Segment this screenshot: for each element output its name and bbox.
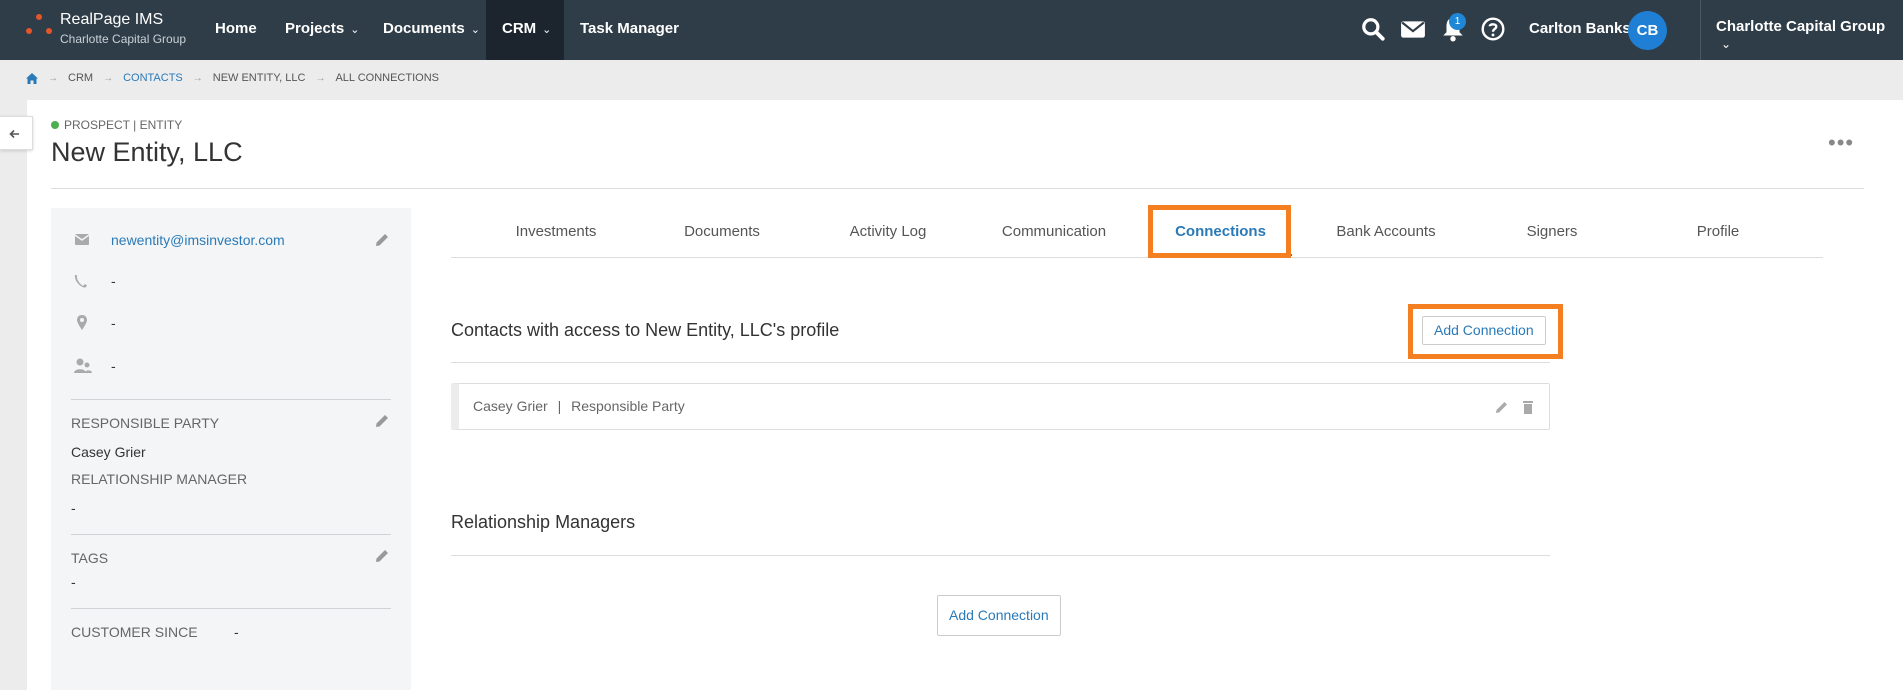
email-row: newentity@imsinvestor.com <box>71 228 285 252</box>
nav-task-manager-label: Task Manager <box>580 20 679 37</box>
managers-divider <box>451 555 1550 556</box>
tab-bar: Investments Documents Activity Log Commu… <box>451 210 1823 260</box>
breadcrumb-arrow-icon: → <box>192 72 203 84</box>
app-name: RealPage IMS <box>60 11 164 28</box>
tab-documents[interactable]: Documents <box>639 210 805 256</box>
breadcrumb: → CRM → CONTACTS → NEW ENTITY, LLC → ALL… <box>26 72 439 84</box>
avatar[interactable]: CB <box>1628 11 1667 50</box>
home-icon[interactable] <box>26 72 38 84</box>
sidebar-divider <box>71 608 391 609</box>
mail-icon[interactable] <box>1400 16 1426 42</box>
breadcrumb-current: ALL CONNECTIONS <box>335 72 439 84</box>
nav-documents[interactable]: Documents ⌄ <box>367 0 496 60</box>
top-nav: RealPage IMS Charlotte Capital Group Hom… <box>0 0 1903 60</box>
realpage-logo-icon[interactable] <box>22 12 58 42</box>
contact-sidebar: newentity@imsinvestor.com - - - RESPONSI… <box>51 208 411 690</box>
tab-communication[interactable]: Communication <box>971 210 1137 256</box>
nav-home[interactable]: Home <box>199 0 273 60</box>
connection-name: Casey Grier <box>473 398 548 414</box>
sidebar-divider <box>71 534 391 535</box>
search-icon[interactable] <box>1360 16 1386 42</box>
edit-pencil-icon[interactable] <box>373 547 391 565</box>
tab-bank-accounts[interactable]: Bank Accounts <box>1303 210 1469 256</box>
users-icon <box>74 358 92 373</box>
connection-role: Responsible Party <box>571 398 685 414</box>
envelope-icon <box>74 234 90 245</box>
title-divider <box>51 188 1864 189</box>
nav-projects[interactable]: Projects ⌄ <box>269 0 375 60</box>
breadcrumb-arrow-icon: → <box>315 72 326 84</box>
nav-projects-label: Projects <box>285 20 345 37</box>
edit-pencil-icon[interactable] <box>373 231 391 249</box>
nav-task-manager[interactable]: Task Manager <box>564 0 695 60</box>
chevron-down-icon: ⌄ <box>350 24 360 36</box>
user-name[interactable]: Carlton Banks <box>1529 20 1631 37</box>
breadcrumb-contacts[interactable]: CONTACTS <box>123 72 183 84</box>
notification-badge: 1 <box>1449 13 1466 30</box>
tab-investments[interactable]: Investments <box>473 210 639 256</box>
brand[interactable]: RealPage IMS Charlotte Capital Group <box>60 11 186 46</box>
org-switcher[interactable]: Charlotte Capital Group ⌄ <box>1716 18 1903 52</box>
help-icon[interactable] <box>1480 16 1506 42</box>
tab-activity-log[interactable]: Activity Log <box>805 210 971 256</box>
phone-icon <box>74 275 87 288</box>
contacts-divider <box>451 362 1550 363</box>
responsible-party-label: RESPONSIBLE PARTY <box>71 415 220 431</box>
back-button[interactable] <box>0 116 33 150</box>
address-row: - <box>71 311 116 335</box>
arrow-left-icon <box>9 129 19 139</box>
add-manager-button[interactable]: Add Connection <box>937 595 1061 636</box>
tags-value: - <box>71 574 76 590</box>
relationship-manager-value: - <box>71 500 76 516</box>
chevron-down-icon: ⌄ <box>542 24 552 36</box>
chevron-down-icon: ⌄ <box>1721 37 1732 51</box>
connection-separator: | <box>557 398 562 414</box>
phone-value: - <box>111 273 116 289</box>
connection-text: Casey Grier | Responsible Party <box>473 398 685 414</box>
contact-value: - <box>111 358 116 374</box>
email-link[interactable]: newentity@imsinvestor.com <box>111 232 285 248</box>
customer-since-label: CUSTOMER SINCE <box>71 624 198 640</box>
responsible-party-link[interactable]: Casey Grier <box>71 444 146 460</box>
phone-row: - <box>71 269 116 293</box>
contacts-section-title: Contacts with access to New Entity, LLC'… <box>451 320 840 340</box>
location-pin-icon <box>77 315 87 330</box>
org-switcher-label: Charlotte Capital Group <box>1716 18 1886 35</box>
breadcrumb-crm[interactable]: CRM <box>68 72 93 84</box>
nav-crm[interactable]: CRM ⌄ <box>486 0 564 60</box>
nav-crm-label: CRM <box>502 20 537 37</box>
relationship-manager-label: RELATIONSHIP MANAGER <box>71 471 248 487</box>
customer-since-value: - <box>234 624 239 640</box>
breadcrumb-entity[interactable]: NEW ENTITY, LLC <box>213 72 306 84</box>
sidebar-divider <box>71 399 391 400</box>
nav-divider <box>1700 0 1701 60</box>
tags-label: TAGS <box>71 550 109 566</box>
status-badge: PROSPECT | ENTITY <box>51 118 182 132</box>
list-item: Casey Grier | Responsible Party <box>451 383 1550 430</box>
page-title: New Entity, LLC <box>51 137 243 167</box>
edit-pencil-icon[interactable] <box>373 412 391 430</box>
tab-profile[interactable]: Profile <box>1635 210 1801 256</box>
nav-home-label: Home <box>215 20 257 37</box>
address-value: - <box>111 315 116 331</box>
edit-pencil-icon[interactable] <box>1494 399 1510 415</box>
contact-row: - <box>71 354 116 378</box>
highlight-add-connection <box>1408 304 1563 359</box>
relationship-managers-title: Relationship Managers <box>451 512 636 532</box>
trash-icon[interactable] <box>1520 399 1536 415</box>
status-dot-icon <box>51 121 59 129</box>
tab-signers[interactable]: Signers <box>1469 210 1635 256</box>
breadcrumb-arrow-icon: → <box>48 72 58 84</box>
nav-documents-label: Documents <box>383 20 465 37</box>
status-text: PROSPECT | ENTITY <box>64 118 183 132</box>
tab-underline <box>451 257 1823 258</box>
breadcrumb-arrow-icon: → <box>103 72 114 84</box>
highlight-connections-tab <box>1148 205 1291 258</box>
more-options-icon[interactable]: ••• <box>1828 130 1854 156</box>
chevron-down-icon: ⌄ <box>470 24 480 36</box>
app-org: Charlotte Capital Group <box>60 32 187 46</box>
